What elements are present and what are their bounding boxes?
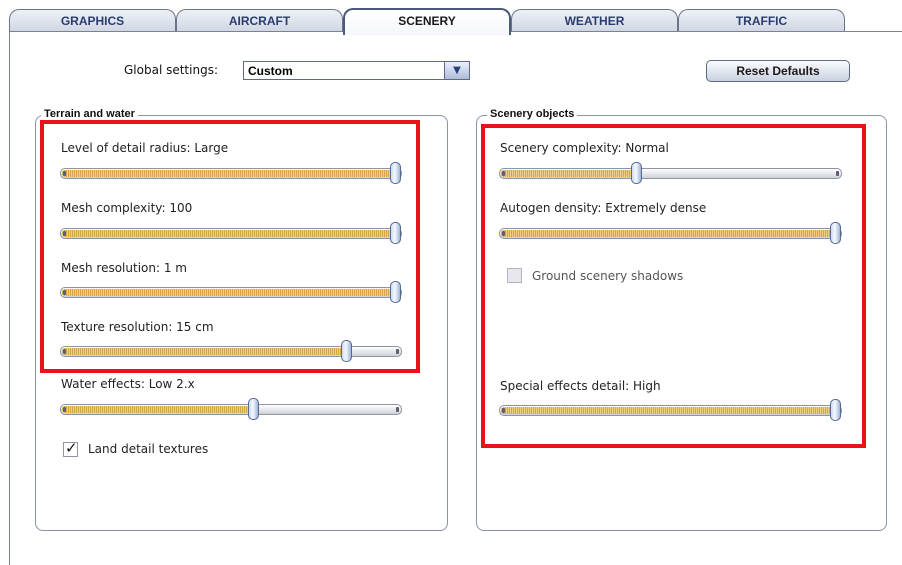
global-settings-value: Custom [248, 64, 293, 78]
water-effects-slider[interactable] [60, 398, 402, 420]
slider-thumb[interactable] [830, 222, 841, 244]
special-effects-detail-slider[interactable] [499, 399, 842, 421]
ground-scenery-shadows-label: Ground scenery shadows [532, 269, 684, 283]
global-settings-dropdown[interactable]: Custom ▼ [243, 61, 470, 80]
slider-fill [62, 289, 394, 296]
slider-thumb[interactable] [341, 340, 352, 362]
scenery-group-title: Scenery objects [487, 108, 578, 120]
slider-thumb[interactable] [830, 399, 841, 421]
slider-start-cap [63, 171, 66, 176]
slider-end-cap [396, 349, 399, 354]
slider-start-cap [63, 407, 66, 412]
slider-fill [62, 406, 252, 413]
tab-traffic[interactable]: TRAFFIC [678, 9, 845, 32]
slider-thumb[interactable] [248, 398, 259, 420]
mesh-resolution-slider[interactable] [60, 281, 402, 303]
tab-bar: GRAPHICS AIRCRAFT SCENERY WEATHER TRAFFI… [0, 0, 902, 35]
tab-weather[interactable]: WEATHER [511, 9, 678, 32]
scenery-complexity-slider[interactable] [499, 162, 842, 184]
slider-start-cap [63, 349, 66, 354]
tab-graphics[interactable]: GRAPHICS [9, 9, 176, 32]
slider-end-cap [836, 171, 839, 176]
slider-fill [501, 170, 635, 177]
tab-aircraft[interactable]: AIRCRAFT [176, 9, 343, 32]
land-detail-textures-checkbox[interactable]: ✓ [63, 439, 78, 457]
slider-start-cap [63, 290, 66, 295]
chevron-down-icon[interactable]: ▼ [444, 62, 469, 79]
slider-fill [62, 348, 345, 355]
slider-fill [62, 170, 394, 177]
texture-resolution-slider[interactable] [60, 340, 402, 362]
ground-scenery-shadows-checkbox[interactable] [507, 268, 522, 283]
level-of-detail-radius-label: Level of detail radius: Large [61, 141, 229, 155]
level-of-detail-radius-slider[interactable] [60, 162, 402, 184]
autogen-density-label: Autogen density: Extremely dense [500, 201, 707, 215]
terrain-group-title: Terrain and water [41, 108, 138, 120]
tab-scenery[interactable]: SCENERY [343, 8, 511, 35]
slider-start-cap [502, 408, 505, 413]
mesh-complexity-slider[interactable] [60, 222, 402, 244]
slider-fill [501, 230, 834, 237]
mesh-resolution-label: Mesh resolution: 1 m [61, 261, 187, 275]
slider-thumb[interactable] [390, 222, 401, 244]
slider-start-cap [502, 171, 505, 176]
water-effects-label: Water effects: Low 2.x [61, 377, 195, 391]
mesh-complexity-label: Mesh complexity: 100 [61, 201, 193, 215]
slider-thumb[interactable] [631, 162, 642, 184]
texture-resolution-label: Texture resolution: 15 cm [61, 320, 214, 334]
slider-end-cap [396, 407, 399, 412]
scenery-complexity-label: Scenery complexity: Normal [500, 141, 669, 155]
slider-thumb[interactable] [390, 281, 401, 303]
slider-fill [62, 230, 394, 237]
special-effects-detail-label: Special effects detail: High [500, 379, 661, 393]
slider-fill [501, 407, 834, 414]
slider-start-cap [63, 231, 66, 236]
checkmark-icon: ✓ [65, 439, 78, 457]
global-settings-label: Global settings: [124, 63, 218, 77]
slider-start-cap [502, 231, 505, 236]
autogen-density-slider[interactable] [499, 222, 842, 244]
land-detail-textures-label: Land detail textures [88, 442, 209, 456]
slider-thumb[interactable] [390, 162, 401, 184]
reset-defaults-button[interactable]: Reset Defaults [706, 60, 850, 82]
